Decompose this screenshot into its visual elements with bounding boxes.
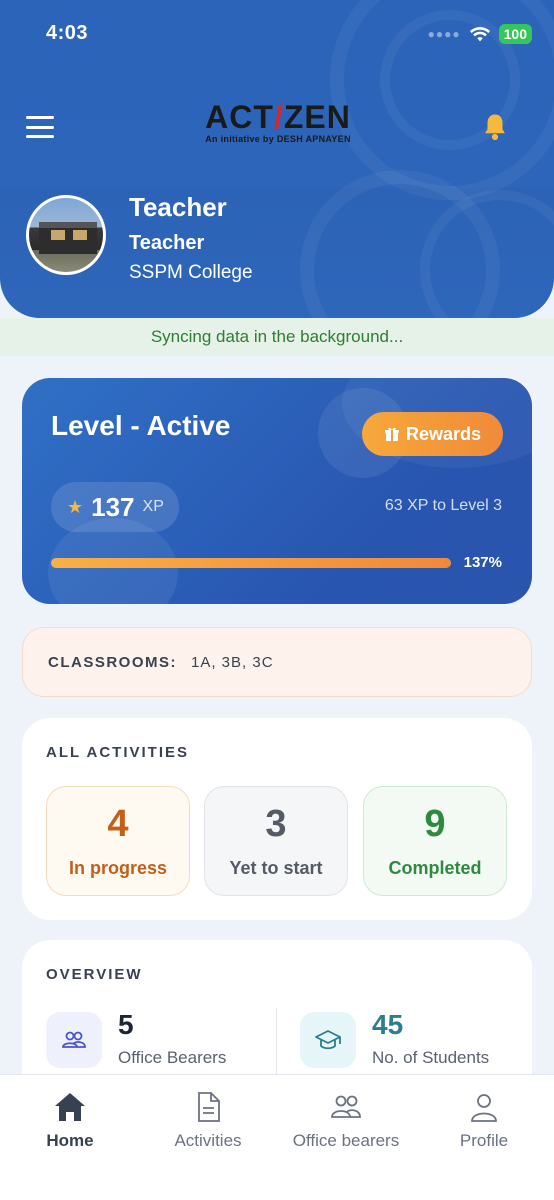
classrooms-value: 1A, 3B, 3C bbox=[191, 653, 274, 671]
nav-item-home[interactable]: Home bbox=[0, 1091, 140, 1151]
activity-label: Completed bbox=[388, 858, 482, 878]
activity-yet-to-start[interactable]: 3 Yet to start bbox=[204, 786, 348, 896]
app-header: 4:03 ●●●● 100 ACT/ZEN An initiative by D… bbox=[0, 0, 554, 318]
bottom-navigation: Home Activities Office bearers Profile bbox=[0, 1074, 554, 1200]
classrooms-label: CLASSROOMS: bbox=[48, 653, 177, 671]
nav-label: Home bbox=[46, 1131, 94, 1150]
nav-label: Profile bbox=[459, 1131, 509, 1150]
nav-label: Office bearers bbox=[292, 1131, 400, 1150]
avatar[interactable] bbox=[26, 195, 106, 275]
overview-value: 5 bbox=[118, 1009, 134, 1040]
bell-icon[interactable] bbox=[480, 112, 510, 142]
overview-title: OVERVIEW bbox=[46, 966, 143, 983]
home-icon bbox=[55, 1093, 85, 1121]
rewards-button[interactable]: Rewards bbox=[362, 412, 503, 456]
xp-unit: XP bbox=[142, 498, 164, 515]
activity-in-progress[interactable]: 4 In progress bbox=[46, 786, 190, 896]
activities-title: ALL ACTIVITIES bbox=[46, 744, 190, 761]
level-title: Level - Active bbox=[51, 410, 231, 441]
status-time: 4:03 bbox=[46, 22, 89, 44]
level-progress-bar bbox=[51, 558, 451, 568]
activity-count: 3 bbox=[265, 803, 287, 845]
graduation-cap-icon bbox=[300, 1012, 356, 1068]
nav-item-profile[interactable]: Profile bbox=[414, 1091, 554, 1151]
signal-icon: ●●●● bbox=[427, 27, 461, 41]
overview-label: Office Bearers bbox=[118, 1048, 227, 1067]
level-progress-fill bbox=[51, 558, 451, 568]
star-icon: ★ bbox=[67, 496, 84, 517]
nav-item-office-bearers[interactable]: Office bearers bbox=[276, 1091, 416, 1151]
nav-item-activities[interactable]: Activities bbox=[138, 1091, 278, 1151]
overview-students[interactable]: 45 No. of Students bbox=[300, 1009, 490, 1068]
overview-office-bearers[interactable]: 5 Office Bearers bbox=[46, 1009, 227, 1068]
people-icon bbox=[331, 1095, 361, 1118]
user-college: SSPM College bbox=[129, 262, 253, 283]
menu-icon[interactable] bbox=[26, 116, 54, 138]
xp-to-next-level: 63 XP to Level 3 bbox=[384, 497, 502, 514]
activity-count: 4 bbox=[107, 803, 129, 845]
gift-icon bbox=[384, 427, 399, 441]
activities-card: ALL ACTIVITIES 4 In progress 3 Yet to st… bbox=[22, 718, 532, 920]
person-icon bbox=[471, 1094, 497, 1122]
activity-completed[interactable]: 9 Completed bbox=[363, 786, 507, 896]
overview-label: No. of Students bbox=[372, 1048, 490, 1067]
xp-value: 137 bbox=[91, 491, 135, 522]
wifi-icon bbox=[469, 27, 490, 42]
user-role: Teacher bbox=[129, 232, 205, 254]
battery-indicator: 100 bbox=[498, 24, 532, 44]
document-icon bbox=[198, 1092, 220, 1122]
level-card: Level - Active Rewards ★ 137 XP 63 XP to… bbox=[22, 378, 532, 604]
sync-status-banner: Syncing data in the background... bbox=[0, 318, 554, 356]
people-icon bbox=[46, 1012, 102, 1068]
user-name: Teacher bbox=[129, 192, 227, 222]
rewards-label: Rewards bbox=[405, 423, 482, 444]
activity-label: Yet to start bbox=[229, 858, 323, 878]
xp-badge: ★ 137 XP bbox=[51, 482, 179, 532]
nav-label: Activities bbox=[174, 1131, 242, 1150]
activity-count: 9 bbox=[424, 803, 446, 845]
overview-value: 45 bbox=[372, 1009, 404, 1040]
level-progress-label: 137% bbox=[463, 554, 502, 571]
app-logo: ACT/ZEN An initiative by DESH APNAYEN bbox=[205, 99, 351, 144]
classrooms-card: CLASSROOMS: 1A, 3B, 3C bbox=[22, 627, 532, 697]
status-indicators: ●●●● 100 bbox=[428, 24, 532, 44]
activity-label: In progress bbox=[68, 858, 168, 878]
